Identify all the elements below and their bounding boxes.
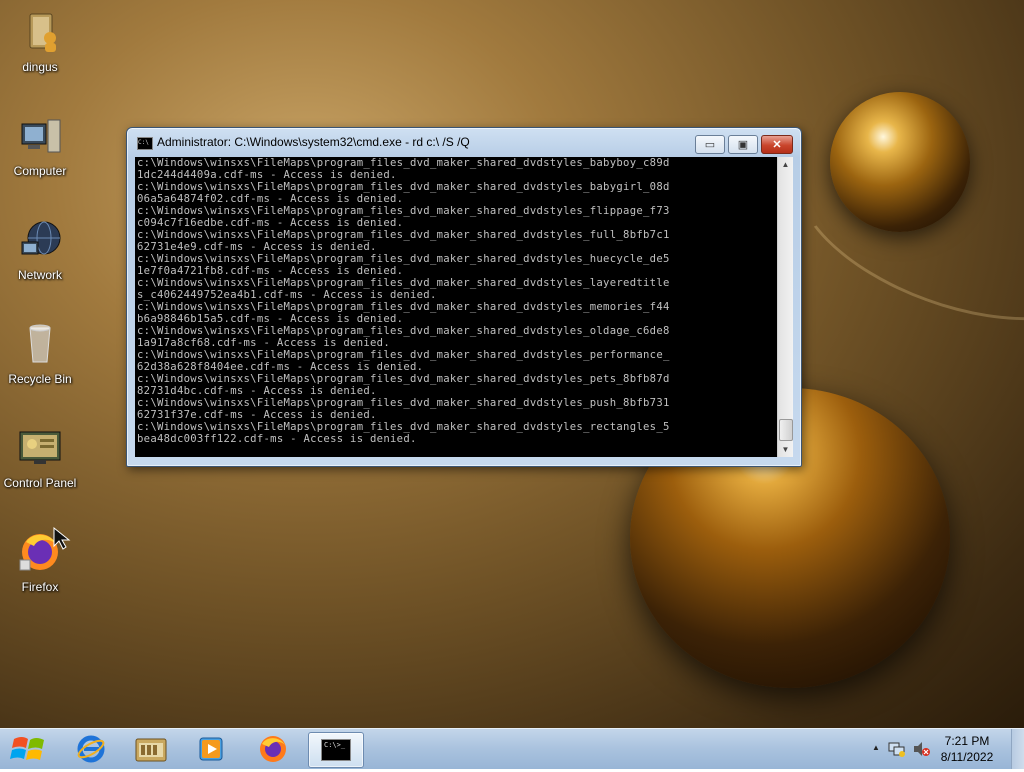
cmd-app-icon: C:\ [137, 137, 153, 150]
console-line: c:\Windows\winsxs\FileMaps\program_files… [137, 229, 670, 241]
console-line: s_c4062449752ea4b1.cdf-ms - Access is de… [137, 289, 437, 301]
console-line: bea48dc003ff122.cdf-ms - Access is denie… [137, 433, 417, 445]
console-text: c:\Windows\winsxs\FileMaps\program_files… [135, 157, 777, 445]
desktop-icon-firefox[interactable]: Firefox [0, 526, 80, 594]
show-hidden-icons-arrow-icon[interactable]: ▲ [872, 743, 880, 752]
scroll-down-arrow-icon[interactable]: ▼ [778, 442, 793, 457]
control-panel-icon [16, 424, 64, 472]
recycle-bin-icon [16, 320, 64, 368]
console-line: c:\Windows\winsxs\FileMaps\program_files… [137, 301, 670, 313]
system-tray: ▲ 7:21 PM 8/11/2022 [864, 729, 1024, 769]
firefox-icon [260, 736, 286, 762]
console-line: c:\Windows\winsxs\FileMaps\program_files… [137, 157, 670, 169]
start-button[interactable] [4, 731, 56, 767]
media-player-icon [199, 737, 223, 761]
console-line: c:\Windows\winsxs\FileMaps\program_files… [137, 373, 670, 385]
console-line: c:\Windows\winsxs\FileMaps\program_files… [137, 277, 670, 289]
console-line: b6a98846b15a5.cdf-ms - Access is denied. [137, 313, 404, 325]
window-titlebar[interactable]: C:\ Administrator: C:\Windows\system32\c… [127, 128, 801, 156]
scroll-up-arrow-icon[interactable]: ▲ [778, 157, 793, 172]
console-line: c094c7f16edbe.cdf-ms - Access is denied. [137, 217, 404, 229]
wallpaper-sphere-small [830, 92, 970, 232]
desktop-icon-label: Computer [13, 164, 67, 178]
desktop-icon-computer[interactable]: Computer [0, 112, 80, 178]
close-button[interactable]: ✕ [761, 135, 793, 154]
clock[interactable]: 7:21 PM 8/11/2022 [932, 733, 1002, 765]
network-icon [16, 216, 64, 264]
console-line: c:\Windows\winsxs\FileMaps\program_files… [137, 253, 670, 265]
vertical-scrollbar[interactable]: ▲ ▼ [777, 157, 793, 457]
console-line: 62d38a628f8404ee.cdf-ms - Access is deni… [137, 361, 424, 373]
desktop-icon-control-panel[interactable]: Control Panel [0, 424, 80, 490]
file-explorer-icon [135, 738, 167, 762]
taskbar-media-player[interactable] [184, 732, 238, 766]
console-line: c:\Windows\winsxs\FileMaps\program_files… [137, 421, 670, 433]
clock-date: 8/11/2022 [940, 750, 994, 764]
network-status-icon[interactable] [888, 741, 906, 757]
user-folder-icon [16, 8, 64, 56]
console-line: c:\Windows\winsxs\FileMaps\program_files… [137, 181, 670, 193]
maximize-icon: ▣ [737, 139, 749, 151]
scrollbar-thumb[interactable] [779, 419, 793, 441]
cmd-icon-text: C:\>_ [324, 741, 346, 749]
taskbar-command-prompt[interactable]: C:\>_ [308, 732, 364, 768]
firefox-icon [16, 526, 71, 576]
close-icon: ✕ [772, 139, 782, 151]
console-output[interactable]: c:\Windows\winsxs\FileMaps\program_files… [135, 157, 777, 457]
show-desktop-button[interactable] [1011, 729, 1024, 769]
console-line: c:\Windows\winsxs\FileMaps\program_files… [137, 349, 670, 361]
console-line: 62731e4e9.cdf-ms - Access is denied. [137, 241, 377, 253]
console-line: c:\Windows\winsxs\FileMaps\program_files… [137, 325, 670, 337]
minimize-icon: ▭ [704, 139, 716, 151]
taskbar-firefox[interactable] [246, 732, 300, 766]
desktop-icon-label: Network [17, 268, 62, 282]
console-line: 1a917a8cf68.cdf-ms - Access is denied. [137, 337, 391, 349]
taskbar-internet-explorer[interactable] [64, 732, 118, 766]
desktop-icon-label: Recycle Bin [8, 372, 72, 386]
computer-icon [16, 112, 64, 160]
cmd-icon: C:\>_ [321, 739, 351, 761]
desktop-icon-dingus[interactable]: dingus [0, 8, 80, 74]
desktop-icon-network[interactable]: Network [0, 216, 80, 282]
console-line: c:\Windows\winsxs\FileMaps\program_files… [137, 205, 670, 217]
desktop-icon-label: Firefox [21, 580, 59, 594]
cmd-window[interactable]: C:\ Administrator: C:\Windows\system32\c… [126, 127, 802, 467]
console-line: 82731d4bc.cdf-ms - Access is denied. [137, 385, 377, 397]
mouse-cursor-icon [53, 526, 71, 550]
window-title: Administrator: C:\Windows\system32\cmd.e… [157, 135, 470, 149]
minimize-button[interactable]: ▭ [695, 135, 725, 154]
console-line: 1dc244d4409a.cdf-ms - Access is denied. [137, 169, 397, 181]
clock-time: 7:21 PM [944, 734, 990, 748]
console-line: 1e7f0a4721fb8.cdf-ms - Access is denied. [137, 265, 404, 277]
volume-muted-icon[interactable] [912, 741, 930, 757]
console-line: c:\Windows\winsxs\FileMaps\program_files… [137, 397, 670, 409]
maximize-button[interactable]: ▣ [728, 135, 758, 154]
taskbar-file-explorer[interactable] [124, 732, 178, 766]
console-line: 62731f37e.cdf-ms - Access is denied. [137, 409, 377, 421]
desktop-icon-label: dingus [22, 60, 58, 74]
taskbar: C:\>_ ▲ 7:21 PM 8/11/2022 [0, 728, 1024, 769]
desktop[interactable]: dingus Computer Network Recycle Bin Cont… [0, 0, 1024, 728]
console-line: 06a5a64874f02.cdf-ms - Access is denied. [137, 193, 404, 205]
desktop-icon-recycle-bin[interactable]: Recycle Bin [0, 320, 80, 386]
desktop-icon-label: Control Panel [3, 476, 77, 490]
windows-logo-icon [10, 737, 44, 760]
internet-explorer-icon [77, 735, 105, 763]
